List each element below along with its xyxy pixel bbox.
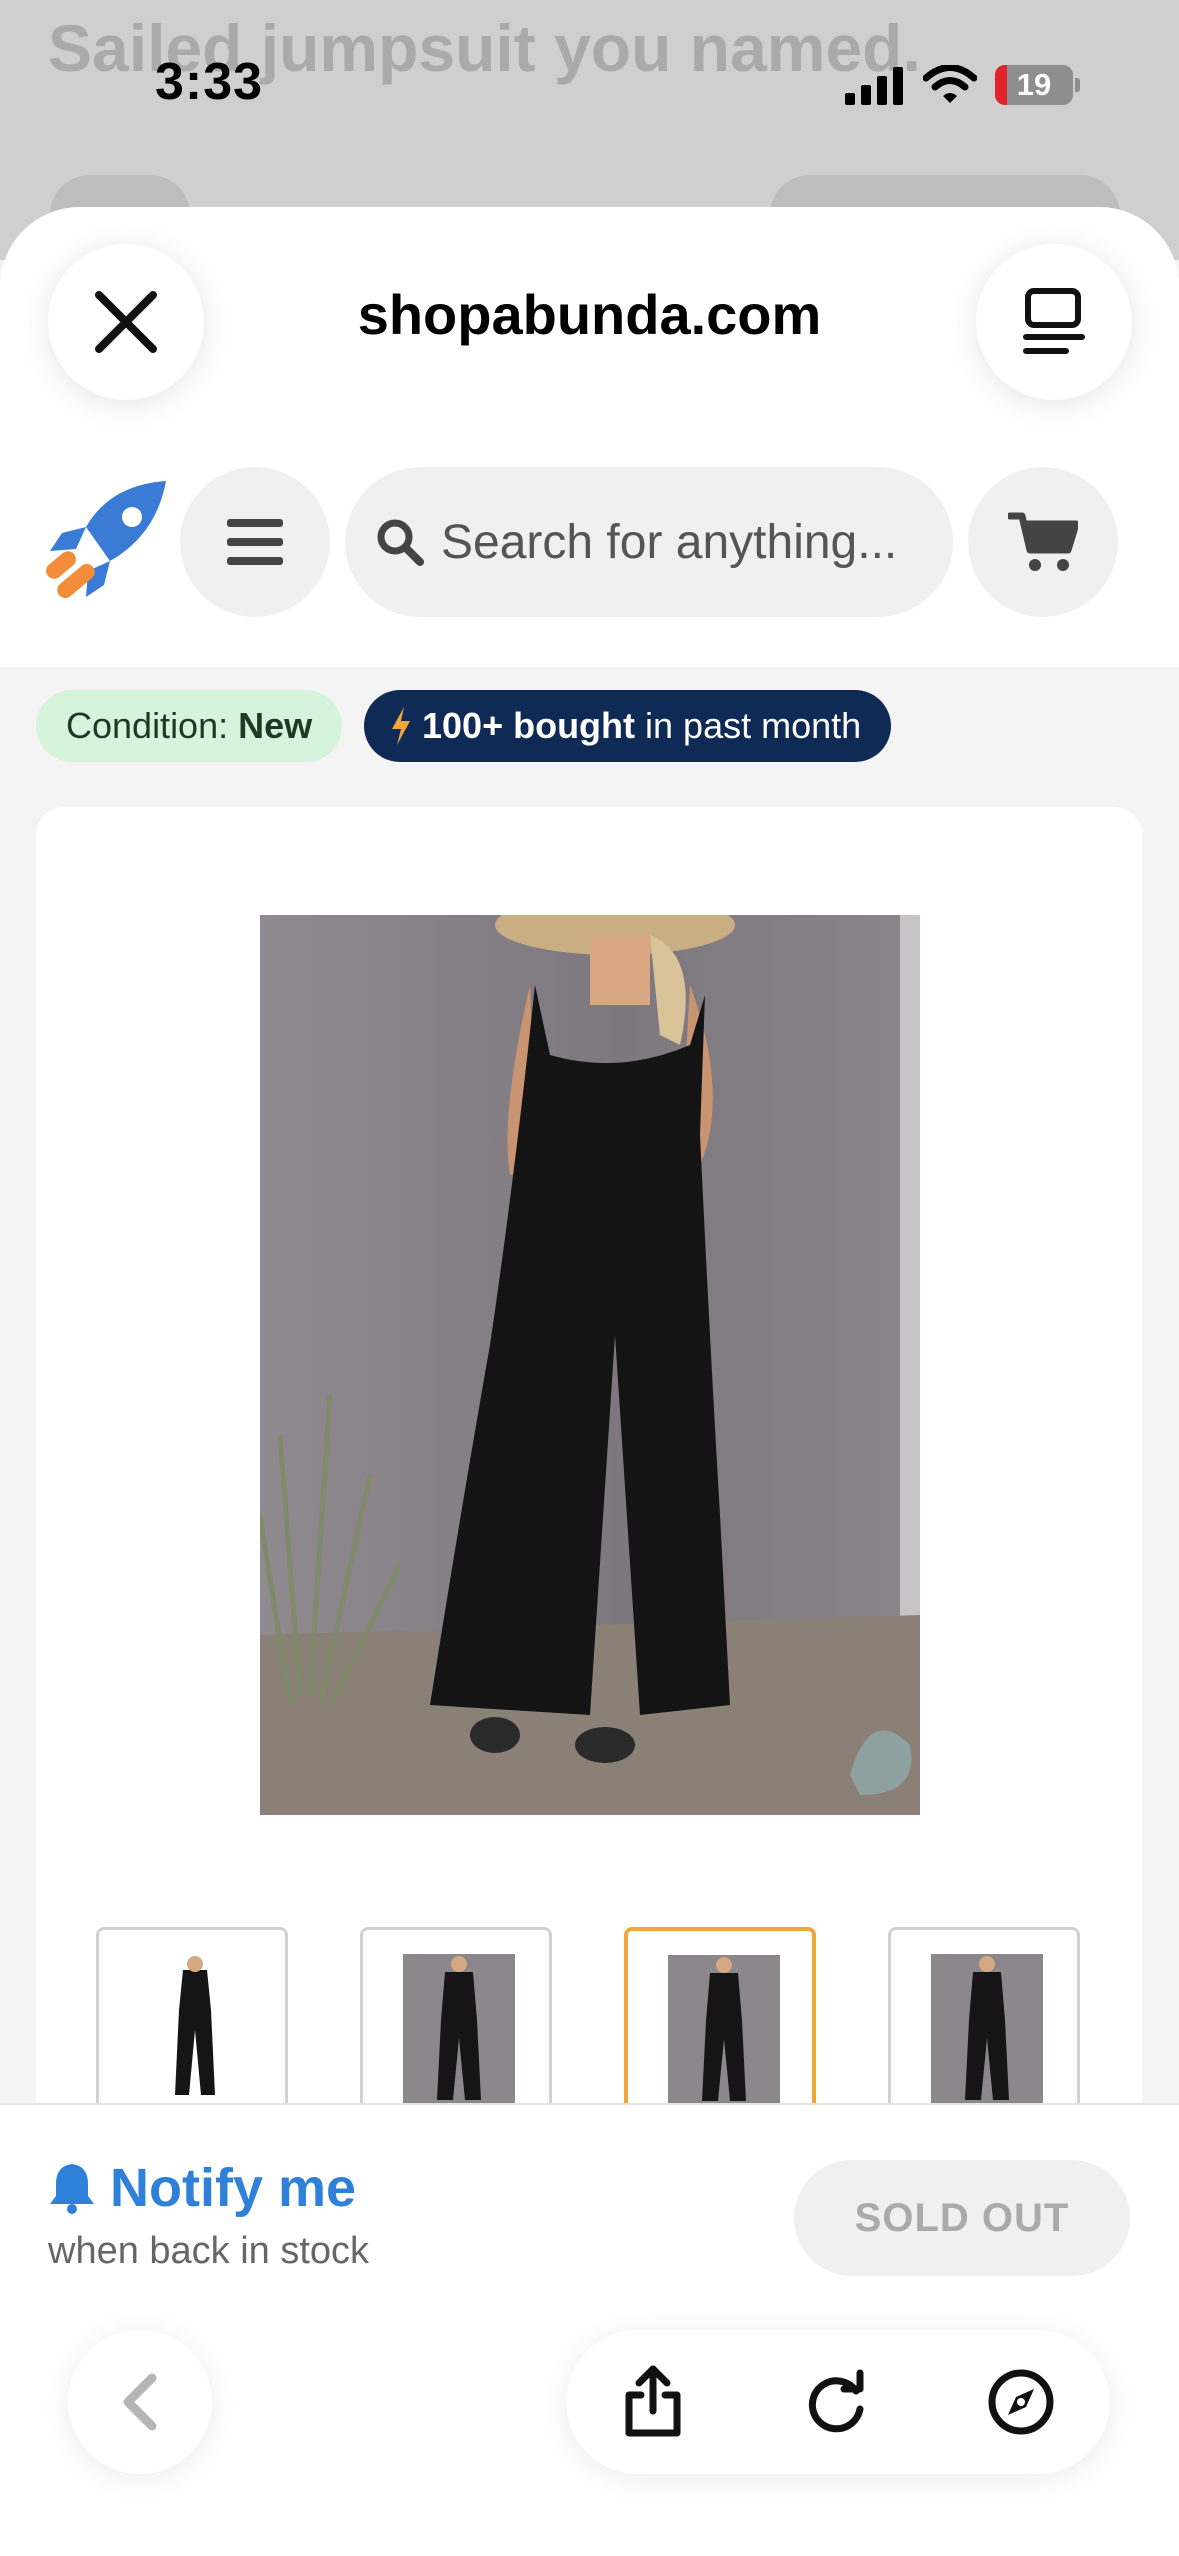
menu-button[interactable] [180,467,330,617]
chevron-left-icon [123,2373,157,2431]
product-image[interactable] [260,915,920,1815]
status-icons: 19 [845,62,1080,108]
thumbnail-strip [96,1927,1086,2127]
hamburger-menu-icon [227,519,283,565]
thumbnail-3[interactable] [624,1927,816,2127]
back-button[interactable] [68,2330,212,2474]
compass-button[interactable] [976,2357,1066,2447]
sold-out-button[interactable]: SOLD OUT [794,2160,1130,2276]
battery-indicator: 19 [995,65,1073,105]
search-bar[interactable] [345,467,953,617]
reload-icon [808,2369,864,2433]
thumbnail-4[interactable] [888,1927,1080,2127]
share-button[interactable] [608,2357,698,2447]
reader-mode-button[interactable] [976,244,1132,400]
condition-label: Condition: [66,705,229,746]
compass-icon [988,2369,1054,2435]
bell-icon [50,2164,94,2214]
share-icon [625,2365,681,2437]
cart-button[interactable] [968,467,1118,617]
product-content: Condition: New 100+ bought in past month [0,667,1179,2207]
status-time: 3:33 [155,53,264,111]
shopping-cart-icon [1008,512,1078,571]
product-card [36,807,1142,2207]
lightning-icon [392,707,410,745]
bottom-bar: Notify me when back in stock SOLD OUT [0,2103,1179,2556]
bought-badge: 100+ bought in past month [364,690,892,762]
search-input[interactable] [439,513,909,571]
browser-actions [566,2330,1110,2474]
battery-nub [1075,78,1080,92]
cellular-signal-icon [845,67,903,105]
wifi-icon [923,65,977,103]
reader-mode-icon [1023,288,1085,354]
bought-period: in past month [645,705,862,746]
reload-button[interactable] [792,2357,882,2447]
search-icon [377,519,424,566]
condition-value: New [238,705,313,746]
sheet-header: shopabunda.com [0,207,1179,667]
battery-level: 19 [1016,67,1052,102]
thumbnail-1[interactable] [96,1927,288,2127]
notify-me-label: Notify me [110,2158,357,2218]
notify-me-subtitle: when back in stock [48,2230,370,2272]
thumbnail-2[interactable] [360,1927,552,2127]
bought-count: 100+ bought [422,705,636,746]
notify-me-button[interactable]: Notify me [48,2157,356,2219]
rocket-logo-icon[interactable] [40,477,170,607]
condition-badge: Condition: New [36,690,343,762]
